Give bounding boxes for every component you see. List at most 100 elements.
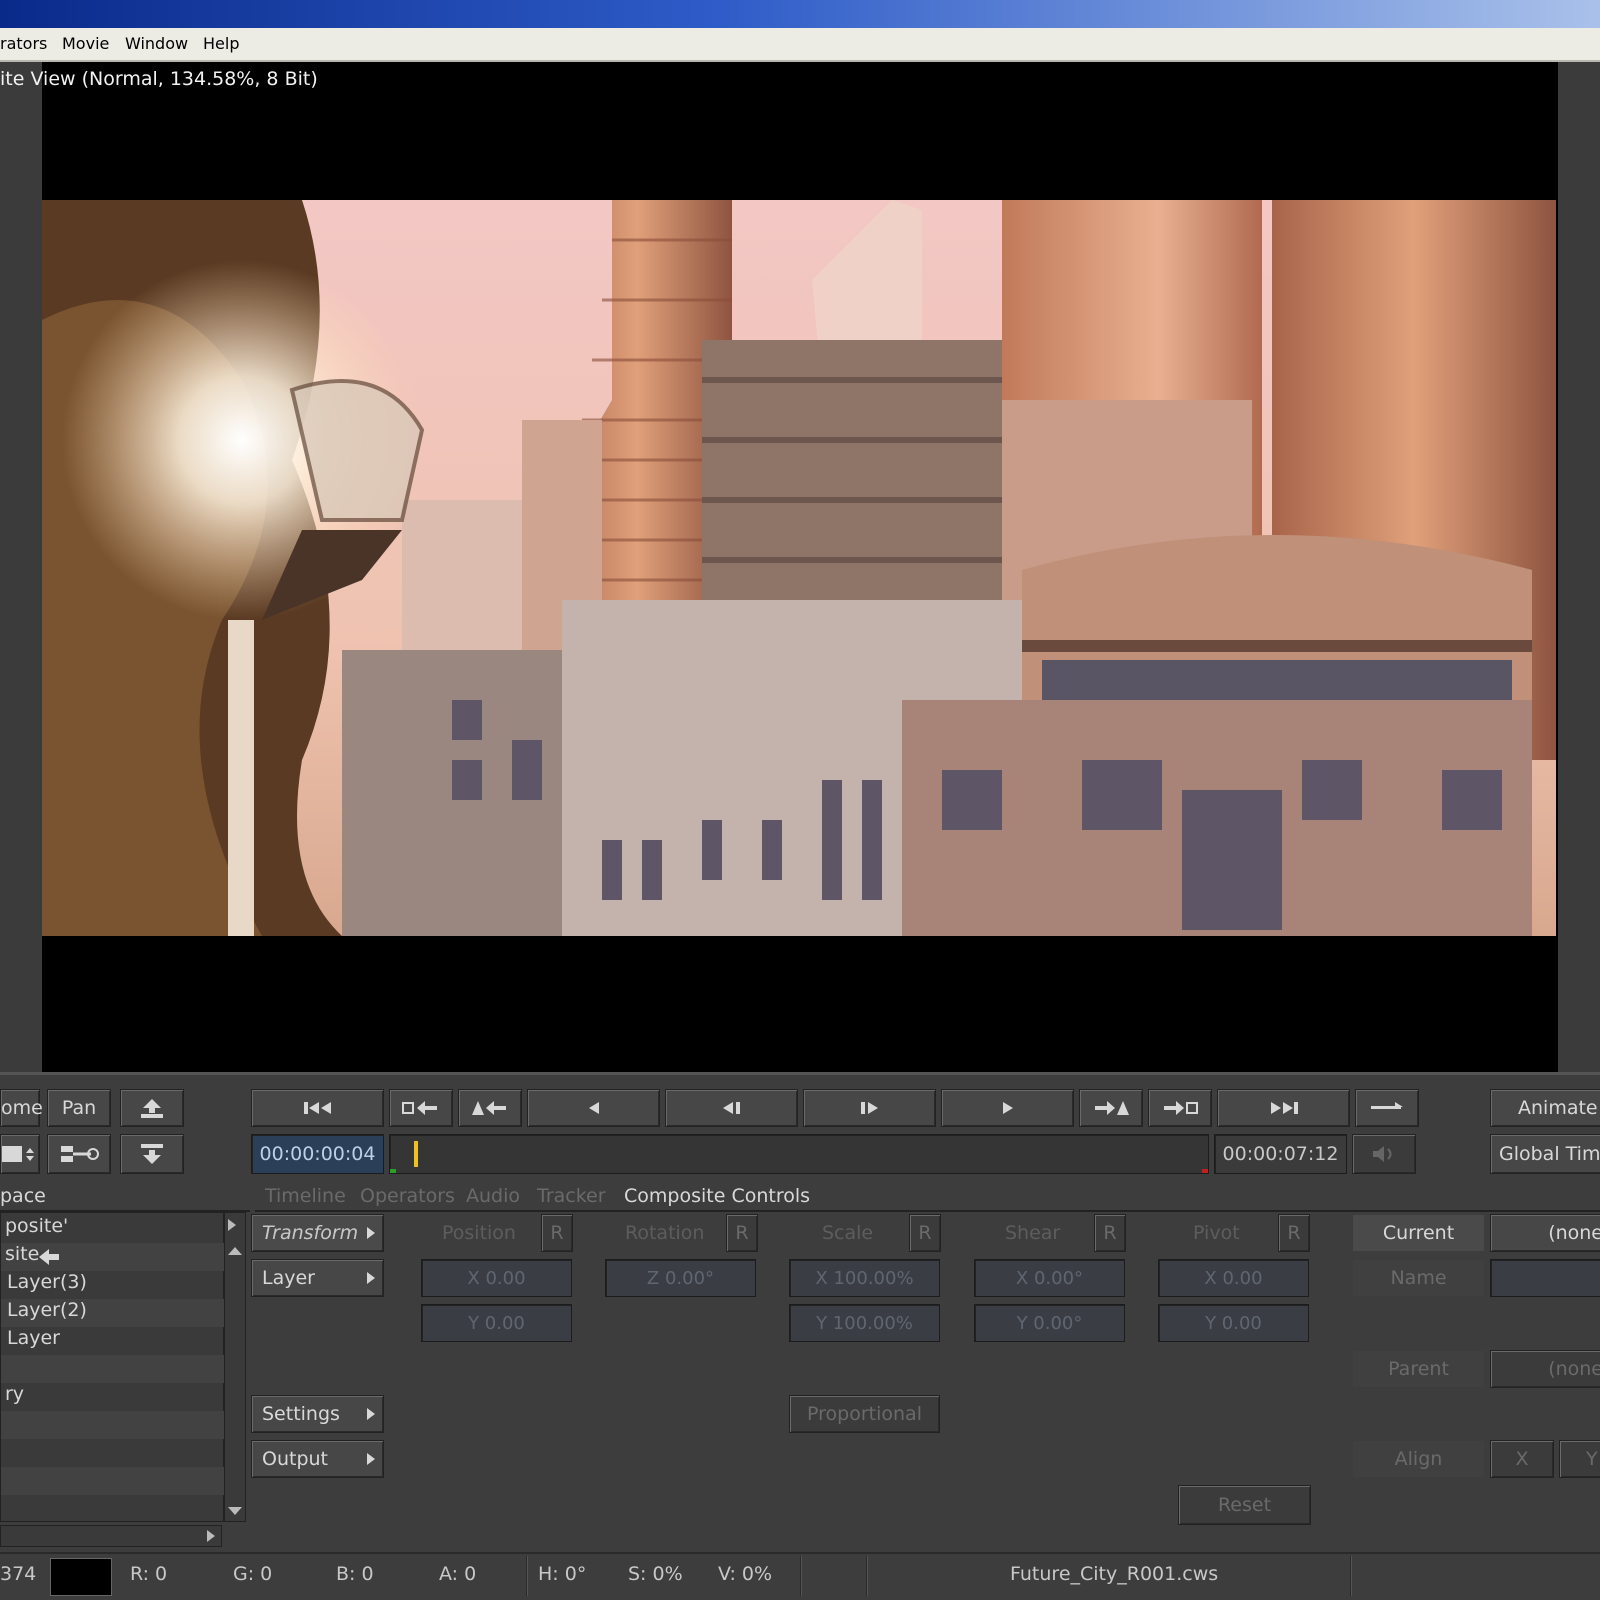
tree-row-layer-2[interactable]: Layer(2) — [1, 1299, 225, 1327]
tree-scrollbar[interactable] — [224, 1212, 246, 1522]
step-forward-icon[interactable] — [803, 1089, 936, 1127]
pivot-x-field[interactable]: X 0.00 — [1158, 1259, 1309, 1297]
go-to-end-icon[interactable] — [1217, 1089, 1350, 1127]
go-to-out-point-icon[interactable] — [1079, 1089, 1143, 1127]
upload-icon[interactable] — [120, 1089, 184, 1127]
tab-timeline[interactable]: Timeline — [265, 1185, 346, 1211]
current-button[interactable]: Current — [1352, 1214, 1485, 1252]
tree-row-composite[interactable]: posite' — [1, 1215, 225, 1243]
tree-row-empty — [1, 1467, 225, 1495]
parent-layer-select[interactable]: (none — [1490, 1350, 1600, 1388]
position-y-field[interactable]: Y 0.00 — [421, 1304, 572, 1342]
rotation-label: Rotation — [625, 1222, 705, 1244]
playhead[interactable] — [414, 1141, 418, 1167]
animate-button[interactable]: Animate — [1490, 1089, 1600, 1127]
align-label: Align — [1352, 1440, 1485, 1478]
viewer-title: ite View (Normal, 134.58%, 8 Bit) — [0, 68, 318, 90]
go-to-start-icon[interactable] — [251, 1089, 384, 1127]
timeline-scrubber[interactable] — [389, 1134, 1209, 1174]
tree-row-library[interactable]: ry — [1, 1383, 225, 1411]
channel-selector[interactable] — [0, 1134, 40, 1174]
green-readout: G: 0 — [233, 1563, 273, 1585]
scale-reset-button[interactable]: R — [909, 1214, 941, 1252]
rotation-z-field[interactable]: Z 0.00° — [605, 1259, 756, 1297]
align-x-button[interactable]: X — [1490, 1440, 1554, 1478]
step-back-icon[interactable] — [665, 1089, 798, 1127]
scroll-right-icon[interactable] — [207, 1530, 215, 1542]
position-reset-button[interactable]: R — [541, 1214, 573, 1252]
shear-reset-button[interactable]: R — [1094, 1214, 1126, 1252]
tree-row-site[interactable]: site — [1, 1243, 225, 1271]
audio-mute-icon[interactable] — [1352, 1134, 1416, 1174]
composite-image[interactable] — [42, 200, 1556, 936]
red-readout: R: 0 — [130, 1563, 168, 1585]
menu-movie[interactable]: Movie — [62, 34, 109, 53]
pivot-y-field[interactable]: Y 0.00 — [1158, 1304, 1309, 1342]
rotation-reset-button[interactable]: R — [726, 1214, 758, 1252]
pivot-reset-button[interactable]: R — [1278, 1214, 1310, 1252]
menu-operators[interactable]: rators — [0, 34, 47, 53]
play-icon[interactable] — [941, 1089, 1074, 1127]
shear-label: Shear — [1005, 1222, 1061, 1244]
tree-horizontal-scrollbar[interactable] — [0, 1525, 222, 1547]
tree-row-layer-3[interactable]: Layer(3) — [1, 1271, 225, 1299]
arrow-left-icon — [37, 1247, 61, 1267]
download-icon[interactable] — [120, 1134, 184, 1174]
scroll-right-icon[interactable] — [228, 1219, 236, 1231]
pan-button[interactable]: Pan — [47, 1089, 111, 1127]
color-swatch — [50, 1558, 112, 1596]
composite-tree[interactable]: posite' site Layer(3) Layer(2) Layer ry — [0, 1212, 225, 1522]
layer-menu-button[interactable]: Layer — [251, 1259, 384, 1297]
home-button[interactable]: ome — [0, 1089, 43, 1127]
scale-label: Scale — [822, 1222, 874, 1244]
global-time-button[interactable]: Global Time — [1490, 1134, 1600, 1174]
tree-row-empty — [1, 1439, 225, 1467]
loop-icon[interactable] — [1355, 1089, 1419, 1127]
in-point-marker — [390, 1169, 396, 1173]
scroll-up-icon[interactable] — [228, 1247, 242, 1255]
set-out-point-icon[interactable] — [1148, 1089, 1212, 1127]
node-link-icon[interactable] — [47, 1134, 111, 1174]
current-layer-select[interactable]: (none — [1490, 1214, 1600, 1252]
shear-y-field[interactable]: Y 0.00° — [974, 1304, 1125, 1342]
tab-workspace[interactable]: pace — [0, 1185, 46, 1211]
pivot-label: Pivot — [1193, 1222, 1240, 1244]
end-time-field[interactable]: 00:00:07:12 — [1214, 1134, 1347, 1174]
parent-label: Parent — [1352, 1350, 1485, 1388]
status-separator — [526, 1556, 528, 1596]
tab-composite-controls[interactable]: Composite Controls — [624, 1185, 810, 1211]
status-separator — [800, 1556, 802, 1596]
tab-operators[interactable]: Operators — [360, 1185, 455, 1211]
align-y-button[interactable]: Y — [1559, 1440, 1600, 1478]
tab-audio[interactable]: Audio — [466, 1185, 520, 1211]
output-menu-button[interactable]: Output — [251, 1440, 384, 1478]
settings-menu-button[interactable]: Settings — [251, 1395, 384, 1433]
coordinate-readout: 374 — [0, 1563, 37, 1585]
position-x-field[interactable]: X 0.00 — [421, 1259, 572, 1297]
set-in-point-icon[interactable] — [389, 1089, 453, 1127]
tree-row-empty — [1, 1411, 225, 1439]
menu-help[interactable]: Help — [203, 34, 239, 53]
play-reverse-icon[interactable] — [527, 1089, 660, 1127]
scale-y-field[interactable]: Y 100.00% — [789, 1304, 940, 1342]
saturation-readout: S: 0% — [628, 1563, 683, 1585]
proportional-button[interactable]: Proportional — [789, 1395, 940, 1433]
current-time-field[interactable]: 00:00:00:04 — [251, 1134, 384, 1174]
transform-menu-button[interactable]: Transform — [251, 1214, 384, 1252]
tree-row-layer[interactable]: Layer — [1, 1327, 225, 1355]
blue-readout: B: 0 — [336, 1563, 374, 1585]
tabs-divider — [255, 1210, 1600, 1212]
status-separator — [1350, 1556, 1352, 1596]
reset-button[interactable]: Reset — [1178, 1485, 1311, 1525]
scale-x-field[interactable]: X 100.00% — [789, 1259, 940, 1297]
project-filename: Future_City_R001.cws — [1010, 1563, 1219, 1585]
scroll-down-icon[interactable] — [228, 1507, 242, 1515]
shear-x-field[interactable]: X 0.00° — [974, 1259, 1125, 1297]
go-to-in-point-icon[interactable] — [458, 1089, 522, 1127]
menu-bar: rators Movie Window Help — [0, 28, 1600, 62]
alpha-readout: A: 0 — [439, 1563, 477, 1585]
tab-tracker[interactable]: Tracker — [537, 1185, 606, 1211]
menu-window[interactable]: Window — [125, 34, 188, 53]
status-separator — [866, 1556, 868, 1596]
name-field[interactable] — [1490, 1259, 1600, 1297]
